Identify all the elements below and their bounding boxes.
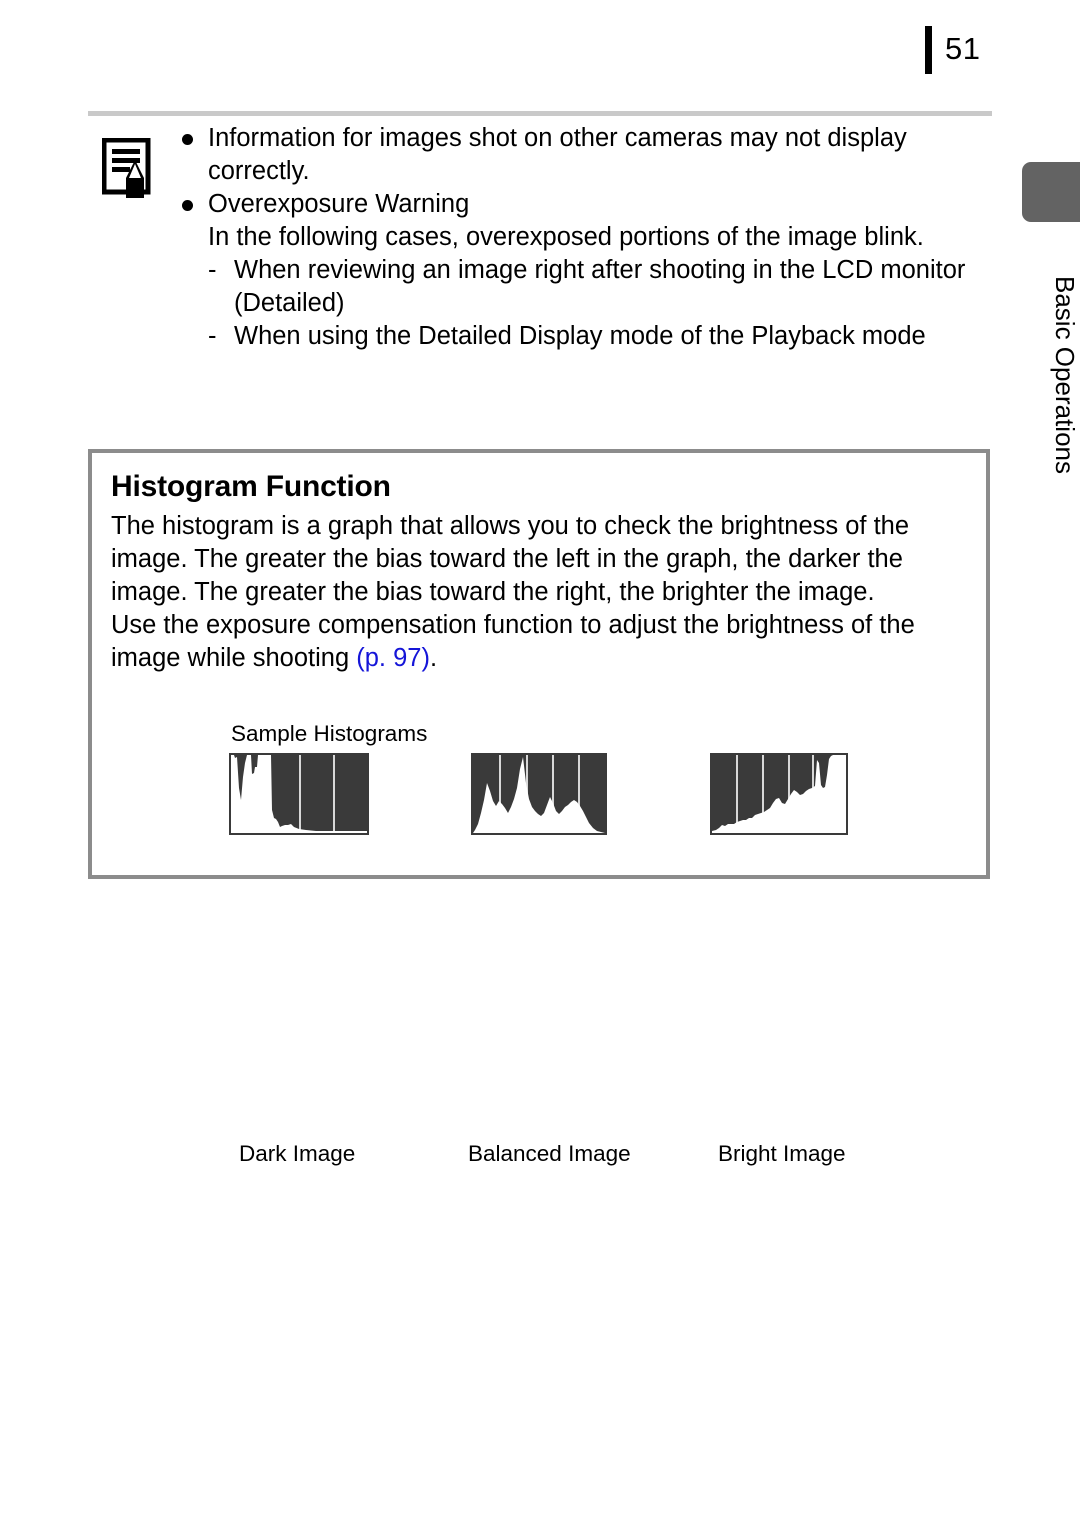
note-dash-text: When using the Detailed Display mode of … xyxy=(234,322,926,350)
note-bullet-text: Overexposure Warning xyxy=(208,190,470,218)
note-bullet-item: Overexposure Warning xyxy=(182,188,994,221)
note-callout: Information for images shot on other cam… xyxy=(88,122,994,353)
histogram-chart-dark xyxy=(229,753,369,835)
note-bullet-text: Information for images shot on other cam… xyxy=(208,124,907,185)
dash-marker: - xyxy=(208,256,217,284)
note-dash-item: - When reviewing an image right after sh… xyxy=(182,254,994,320)
section-heading: Histogram Function xyxy=(111,470,391,503)
sample-histograms-caption: Sample Histograms xyxy=(231,721,428,746)
usage-text-suffix: . xyxy=(429,644,438,672)
memo-pencil-icon xyxy=(102,138,151,198)
histogram-description-paragraph: The histogram is a graph that allows you… xyxy=(111,512,910,606)
histogram-data-area-dark xyxy=(231,755,367,833)
usage-text-prefix: Use the exposure compensation function t… xyxy=(111,611,915,672)
histogram-label-bright: Bright Image xyxy=(718,1141,846,1166)
note-bullet-list: Information for images shot on other cam… xyxy=(88,122,994,221)
histogram-data-area-bright xyxy=(712,755,846,833)
histogram-sample-bright: Bright Image xyxy=(710,753,848,1166)
histogram-sample-balanced: Balanced Image xyxy=(468,753,631,1166)
chapter-tab-marker xyxy=(1022,162,1080,222)
note-subline: In the following cases, overexposed port… xyxy=(208,223,924,251)
chapter-tab-label: Basic Operations xyxy=(1050,276,1080,474)
bullet-dot-icon xyxy=(182,200,193,211)
page-number-rule xyxy=(925,26,932,74)
histogram-usage-paragraph: Use the exposure compensation function t… xyxy=(111,609,967,675)
header-divider xyxy=(88,111,992,116)
histogram-chart-bright xyxy=(710,753,848,835)
histogram-chart-balanced xyxy=(471,753,607,835)
dash-marker: - xyxy=(208,322,217,350)
page-number: 51 xyxy=(945,31,981,66)
bullet-dot-icon xyxy=(182,134,193,145)
page-header: 51 xyxy=(925,26,980,74)
histogram-sample-dark: Dark Image xyxy=(229,753,369,1166)
histogram-function-panel: Histogram Function The histogram is a gr… xyxy=(88,449,990,1166)
note-bullet-item: Information for images shot on other cam… xyxy=(182,122,994,188)
note-dash-item: - When using the Detailed Display mode o… xyxy=(182,320,994,353)
histogram-data-area-balanced xyxy=(473,757,605,833)
note-dash-text: When reviewing an image right after shoo… xyxy=(234,256,966,317)
page-reference-link[interactable]: (p. 97) xyxy=(356,644,430,672)
histogram-label-balanced: Balanced Image xyxy=(468,1141,631,1166)
histogram-label-dark: Dark Image xyxy=(239,1141,356,1166)
